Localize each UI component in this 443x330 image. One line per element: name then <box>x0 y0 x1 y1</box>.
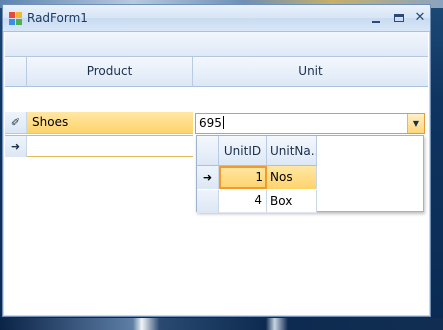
dropdown-cell-unitname[interactable]: Nos <box>267 166 317 189</box>
cell-product[interactable]: Shoes <box>32 112 68 133</box>
dropdown-row[interactable]: 4 Box <box>197 190 317 213</box>
minimize-icon <box>372 21 380 23</box>
unit-dropdown-popup[interactable]: UnitID UnitNa... ➜ 1 Nos 4 Box <box>196 135 424 213</box>
table-row[interactable]: ✐ Shoes <box>5 112 193 134</box>
edit-pencil-icon: ✐ <box>5 112 27 133</box>
grid-header-row: Product Unit <box>5 57 428 87</box>
unit-combo-input[interactable]: 695 <box>199 114 224 133</box>
dropdown-row[interactable]: ➜ 1 Nos <box>197 166 317 189</box>
dropdown-column-unitid[interactable]: UnitID <box>219 136 267 166</box>
dropdown-column-unitname[interactable]: UnitNa... <box>267 136 317 166</box>
close-icon: ✕ <box>414 10 426 25</box>
maximize-icon <box>394 14 404 22</box>
dropdown-cell-unitid[interactable]: 1 <box>219 166 267 189</box>
unit-combo-editor[interactable]: 695 ▼ <box>195 113 425 134</box>
group-panel[interactable] <box>5 32 428 57</box>
chevron-down-icon[interactable]: ▼ <box>407 114 424 133</box>
dropdown-indicator-header <box>197 136 219 166</box>
radform-window: RadForm1 ✕ Product Unit ✐ Shoes ➜ 695 ▼ <box>2 4 431 317</box>
new-row[interactable]: ➜ <box>5 135 193 157</box>
product-grid[interactable]: Product Unit ✐ Shoes ➜ 695 ▼ UnitID Unit… <box>5 32 428 315</box>
close-button[interactable]: ✕ <box>411 9 429 27</box>
window-title: RadForm1 <box>27 11 88 25</box>
taskbar-strip <box>0 318 443 330</box>
current-row-arrow-icon: ➜ <box>197 166 219 189</box>
maximize-button[interactable] <box>390 9 408 27</box>
row-indicator <box>197 190 219 213</box>
dropdown-cell-unitname[interactable]: Box <box>267 190 317 213</box>
current-row-arrow-icon: ➜ <box>5 136 27 157</box>
column-header-unit[interactable]: Unit <box>193 57 428 87</box>
title-bar[interactable]: RadForm1 ✕ <box>3 5 430 32</box>
column-header-product[interactable]: Product <box>27 57 193 87</box>
dropdown-cell-unitid[interactable]: 4 <box>219 190 267 213</box>
dropdown-header-row: UnitID UnitNa... <box>197 136 423 166</box>
row-indicator-header <box>5 57 27 87</box>
minimize-button[interactable] <box>367 9 385 27</box>
text-caret <box>222 116 224 129</box>
app-icon[interactable] <box>9 12 22 25</box>
